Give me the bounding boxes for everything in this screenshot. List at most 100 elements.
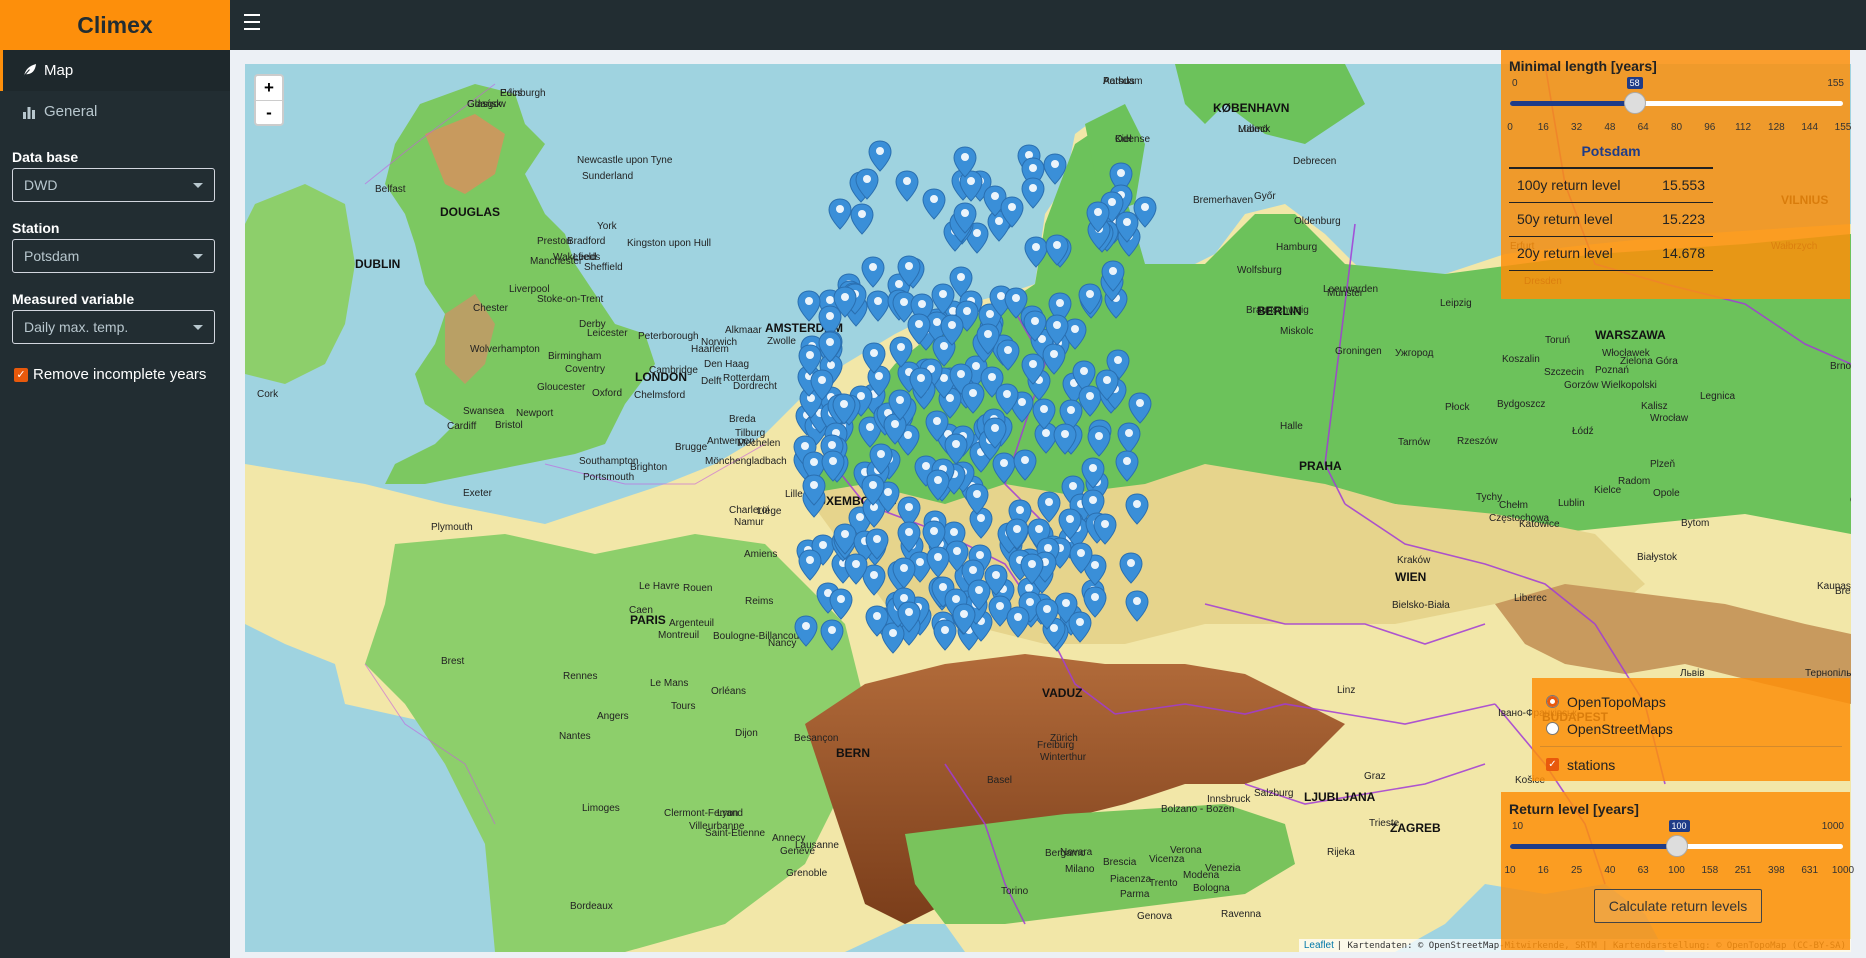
station-marker-icon[interactable] [869,443,893,475]
sidebar-item-general[interactable]: General [0,91,230,132]
station-marker-icon[interactable] [833,286,857,319]
station-marker-icon[interactable] [797,290,821,322]
overlay-checkbox[interactable]: ✓ [1546,758,1559,771]
chevron-down-icon [193,253,203,259]
station-marker-icon[interactable] [926,546,950,578]
station-marker-icon[interactable] [861,474,885,506]
station-marker-icon[interactable] [829,588,853,620]
city-label: Oldenburg [1294,216,1341,227]
station-marker-icon[interactable] [1053,423,1077,455]
station-marker-icon[interactable] [909,367,933,399]
station-marker-icon[interactable] [832,393,856,425]
sidebar-item-map[interactable]: Map [0,50,230,91]
station-marker-icon[interactable] [794,615,818,647]
station-marker-icon[interactable] [1068,611,1092,643]
station-marker-icon[interactable] [1093,513,1117,545]
station-marker-icon[interactable] [1095,369,1119,401]
station-marker-icon[interactable] [897,521,921,553]
station-marker-icon[interactable] [1069,542,1093,575]
station-marker-icon[interactable] [995,383,1019,415]
min-length-panel: Minimal length [years] 0 155 58 0 16 32 48 6… [1501,50,1851,299]
station-marker-icon[interactable] [798,344,822,376]
station-select[interactable]: Potsdam [12,239,215,273]
city-label: Reims [745,596,774,607]
station-marker-icon[interactable] [1125,590,1149,623]
station-marker-icon[interactable] [865,528,889,560]
station-marker-icon[interactable] [1045,314,1069,346]
station-marker-icon[interactable] [1058,508,1082,541]
station-marker-icon[interactable] [1115,211,1139,243]
station-marker-icon[interactable] [965,483,989,515]
calculate-return-levels-button[interactable]: Calculate return levels [1594,889,1762,923]
station-marker-icon[interactable] [1021,177,1045,209]
station-marker-icon[interactable] [1101,260,1125,292]
station-marker-icon[interactable] [1004,287,1028,319]
station-marker-icon[interactable] [1020,553,1044,585]
variable-field: Measured variable Daily max. temp. [0,291,230,344]
station-marker-icon[interactable] [940,314,964,346]
station-marker-icon[interactable] [1021,353,1045,385]
station-marker-icon[interactable] [802,474,826,506]
station-marker-icon[interactable] [976,322,1000,355]
station-marker-icon[interactable] [983,417,1007,449]
station-marker-icon[interactable] [888,389,912,421]
station-marker-icon[interactable] [1086,201,1110,233]
remove-incomplete-checkbox[interactable]: ✓ [14,367,28,382]
station-marker-icon[interactable] [1035,598,1059,630]
station-marker-icon[interactable] [1000,196,1024,228]
city-label: Zwolle [767,336,796,347]
return-level-handle[interactable] [1665,835,1688,857]
return-level-panel: Return level [years] 10 1000 100 10 16 25 4… [1501,792,1854,950]
zoom-out-button[interactable]: - [256,100,282,124]
station-marker-icon[interactable] [922,188,946,220]
station-marker-icon[interactable] [931,283,955,315]
min-length-handle[interactable] [1623,92,1646,114]
zoom-in-button[interactable]: + [256,76,282,100]
database-select[interactable]: DWD [12,168,215,202]
station-marker-icon[interactable] [897,601,921,633]
station-marker-icon[interactable] [953,202,977,234]
station-marker-icon[interactable] [961,382,985,415]
station-marker-icon[interactable] [926,469,950,501]
station-marker-icon[interactable] [850,203,874,235]
station-marker-icon[interactable] [895,170,919,202]
layer-radio[interactable] [1546,722,1559,735]
station-marker-icon[interactable] [892,557,916,589]
station-marker-icon[interactable] [1032,398,1056,430]
station-marker-icon[interactable] [953,146,977,179]
station-marker-icon[interactable] [1013,449,1037,482]
station-marker-icon[interactable] [1078,283,1102,315]
city-label: Namur [734,517,765,528]
station-marker-icon[interactable] [828,198,852,230]
station-marker-icon[interactable] [1043,153,1067,185]
overlay-option-stations[interactable]: ✓ stations [1532,751,1850,778]
city-label: Brno [1830,361,1851,372]
station-marker-icon[interactable] [1115,450,1139,482]
city-label: Brescia [1103,857,1137,868]
layer-option-openstreetmaps[interactable]: OpenStreetMaps [1532,715,1850,742]
station-marker-icon[interactable] [1125,493,1149,525]
station-marker-icon[interactable] [1005,518,1029,550]
variable-select[interactable]: Daily max. temp. [12,310,215,344]
station-marker-icon[interactable] [1045,234,1069,267]
leaflet-link[interactable]: Leaflet [1304,940,1334,951]
city-label: Tychy [1476,492,1503,503]
station-marker-icon[interactable] [855,168,879,200]
city-label: Den Haag [704,359,750,370]
station-marker-icon[interactable] [862,342,886,374]
sidebar-toggle-icon[interactable] [244,14,260,30]
station-marker-icon[interactable] [907,313,931,345]
layer-radio[interactable] [1546,695,1559,708]
station-marker-icon[interactable] [820,619,844,651]
min-length-slider[interactable]: 0 155 58 0 16 32 48 64 80 96 112 128 144 155 [1501,76,1851,138]
app-logo[interactable]: Climex [0,0,230,50]
station-marker-icon[interactable] [798,549,822,582]
station-marker-icon[interactable] [1087,425,1111,458]
station-marker-icon[interactable] [1128,392,1152,424]
station-marker-icon[interactable] [967,579,991,612]
station-marker-icon[interactable] [1006,606,1030,639]
layer-option-opentopomaps[interactable]: OpenTopoMaps [1532,688,1850,715]
station-marker-icon[interactable] [1119,552,1143,584]
return-level-slider[interactable]: 10 1000 100 10 16 25 40 63 100 158 251 398 631 100… [1501,819,1854,881]
station-marker-icon[interactable] [897,255,921,287]
